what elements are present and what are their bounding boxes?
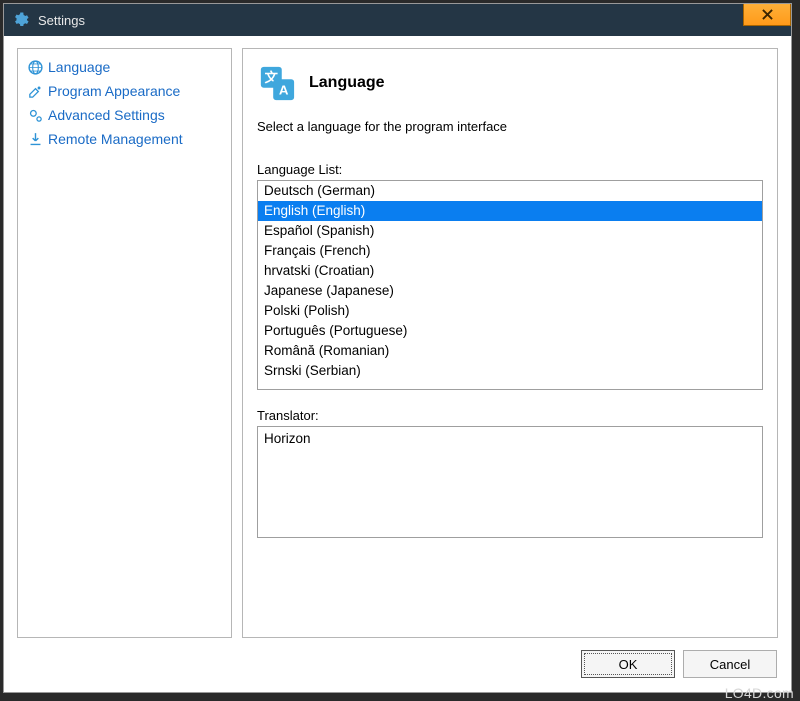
translator-label: Translator: (257, 408, 763, 423)
language-option[interactable]: Srnski (Serbian) (258, 361, 762, 381)
brush-icon (26, 82, 44, 100)
sidebar-item-label: Program Appearance (48, 80, 180, 102)
language-option[interactable]: English (English) (258, 201, 762, 221)
language-option[interactable]: Deutsch (German) (258, 181, 762, 201)
close-button[interactable] (743, 4, 791, 26)
main-panel: 文 A Language Select a language for the p… (242, 48, 778, 638)
sidebar-item-appearance[interactable]: Program Appearance (22, 79, 227, 103)
sidebar-item-label: Language (48, 56, 110, 78)
download-icon (26, 130, 44, 148)
translator-value: Horizon (264, 431, 311, 446)
sidebar-item-remote[interactable]: Remote Management (22, 127, 227, 151)
page-heading: Language (309, 74, 385, 92)
main-header: 文 A Language (257, 63, 763, 103)
language-option[interactable]: Polski (Polish) (258, 301, 762, 321)
sidebar-item-label: Advanced Settings (48, 104, 165, 126)
content-area: Language Program Appearance Advanced Set… (17, 48, 778, 638)
gear-icon (10, 10, 30, 30)
translate-icon: 文 A (257, 63, 297, 103)
translator-box: Horizon (257, 426, 763, 538)
sidebar-item-language[interactable]: Language (22, 55, 227, 79)
sidebar-item-advanced[interactable]: Advanced Settings (22, 103, 227, 127)
page-subtitle: Select a language for the program interf… (257, 119, 763, 134)
svg-text:A: A (279, 82, 289, 97)
language-option[interactable]: Japanese (Japanese) (258, 281, 762, 301)
ok-button[interactable]: OK (581, 650, 675, 678)
sidebar-item-label: Remote Management (48, 128, 183, 150)
language-option[interactable]: Français (French) (258, 241, 762, 261)
cancel-button[interactable]: Cancel (683, 650, 777, 678)
settings-window: Settings Language Program Appearance (3, 3, 792, 693)
language-list-label: Language List: (257, 162, 763, 177)
titlebar: Settings (4, 4, 791, 36)
language-option[interactable]: Español (Spanish) (258, 221, 762, 241)
globe-icon (26, 58, 44, 76)
gears-icon (26, 106, 44, 124)
language-option[interactable]: hrvatski (Croatian) (258, 261, 762, 281)
language-listbox[interactable]: Deutsch (German)English (English)Español… (257, 180, 763, 390)
sidebar: Language Program Appearance Advanced Set… (17, 48, 232, 638)
window-title: Settings (38, 13, 85, 28)
button-row: OK Cancel (581, 650, 777, 678)
language-option[interactable]: Română (Romanian) (258, 341, 762, 361)
language-option[interactable]: Português (Portuguese) (258, 321, 762, 341)
